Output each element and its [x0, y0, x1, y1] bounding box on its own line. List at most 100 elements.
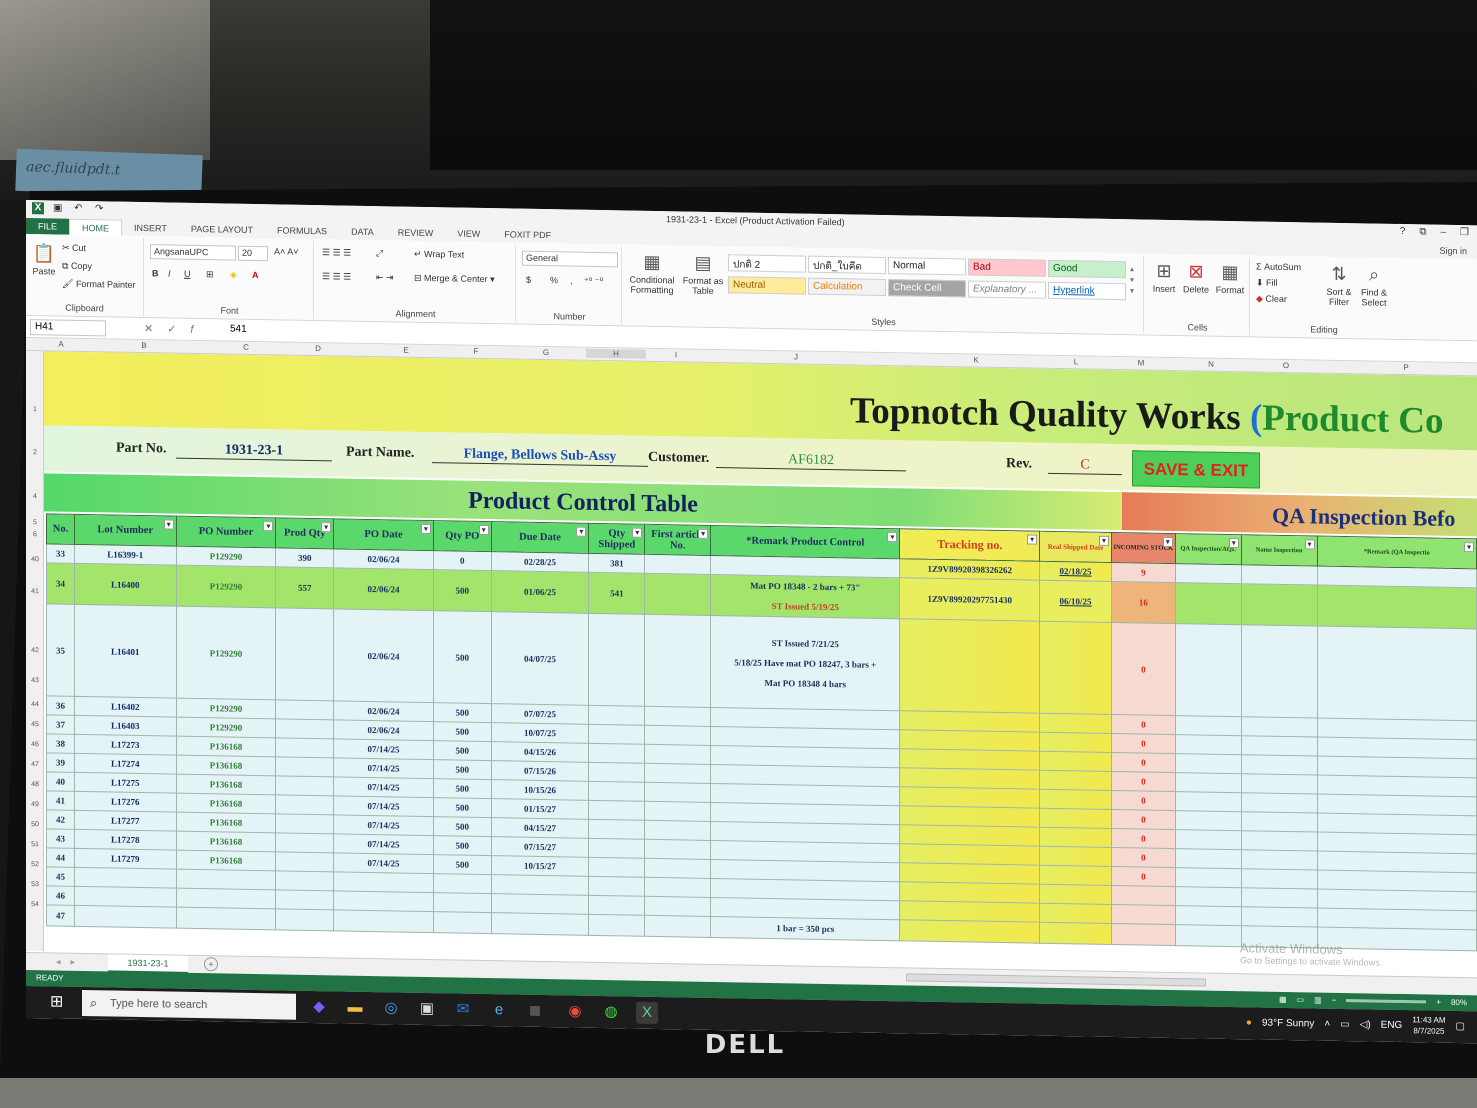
- cell-qa-empty[interactable]: [1175, 867, 1242, 888]
- cell-po[interactable]: P129290: [176, 698, 276, 719]
- filter-dropdown-icon[interactable]: ▾: [420, 523, 431, 535]
- cell-prod[interactable]: [275, 870, 334, 891]
- font-name-select[interactable]: AngsanaUPC: [150, 244, 236, 261]
- cell-po-date[interactable]: [333, 871, 434, 893]
- filter-dropdown-icon[interactable]: ▾: [163, 519, 174, 530]
- cell-due[interactable]: 10/15/26: [491, 779, 589, 801]
- italic-button[interactable]: I: [168, 268, 171, 278]
- cell-qa-empty[interactable]: [1175, 791, 1242, 812]
- cell-shipped[interactable]: [588, 800, 645, 821]
- cell-due[interactable]: 07/15/27: [491, 836, 589, 858]
- cell-qa-empty[interactable]: [1241, 868, 1317, 890]
- cell-qty-po[interactable]: 500: [433, 816, 492, 837]
- sort-filter-button[interactable]: ⇅ Sort & Filter: [1322, 263, 1356, 308]
- cell-first[interactable]: [644, 744, 711, 765]
- cell-real-ship[interactable]: [1039, 846, 1112, 867]
- horizontal-scrollbar[interactable]: [906, 973, 1206, 987]
- orientation-icon[interactable]: ⤢: [376, 248, 383, 259]
- cell-lot[interactable]: L16402: [74, 696, 177, 718]
- cell-qa-empty[interactable]: [1175, 623, 1242, 717]
- cell-first[interactable]: [644, 554, 711, 575]
- comma-button[interactable]: ,: [570, 275, 573, 285]
- cell-no[interactable]: 33: [46, 543, 75, 564]
- column-header-f[interactable]: F: [446, 346, 506, 356]
- row-header[interactable]: 49: [26, 801, 44, 808]
- cell-qa-empty[interactable]: [1175, 772, 1242, 793]
- cell-no[interactable]: 39: [46, 752, 75, 773]
- cell-po[interactable]: P129290: [176, 606, 276, 700]
- cell-qa-empty[interactable]: [1241, 887, 1317, 909]
- cell-po-date[interactable]: 07/14/25: [333, 852, 434, 874]
- copilot-icon[interactable]: ◆: [308, 996, 330, 1018]
- fill-button[interactable]: ⬇ Fill: [1256, 277, 1278, 288]
- cell-remark[interactable]: 1 bar = 350 pcs: [710, 916, 900, 941]
- zoom-level[interactable]: 80%: [1451, 998, 1467, 1007]
- cell-qa-empty[interactable]: [1317, 585, 1477, 629]
- cell-incoming[interactable]: 16: [1111, 581, 1176, 624]
- cell-incoming[interactable]: 0: [1111, 790, 1176, 811]
- cell-prod[interactable]: [275, 908, 334, 931]
- percent-button[interactable]: %: [550, 275, 558, 285]
- windows-start-icon[interactable]: ⊞: [50, 993, 68, 1011]
- cell-po-date[interactable]: 07/14/25: [333, 814, 434, 836]
- cell-po[interactable]: [176, 888, 276, 909]
- weather-text[interactable]: 93°F Sunny: [1262, 1017, 1314, 1029]
- zoom-slider[interactable]: [1346, 999, 1427, 1004]
- column-header-b[interactable]: B: [104, 340, 184, 350]
- cell-tracking[interactable]: [899, 862, 1040, 885]
- cell-due[interactable]: 10/07/25: [491, 722, 589, 744]
- cell-qa-empty[interactable]: [1241, 773, 1317, 795]
- cell-qty-po[interactable]: 500: [433, 610, 492, 704]
- cell-po-date[interactable]: [333, 909, 434, 933]
- cell-no[interactable]: 41: [46, 790, 75, 811]
- cell-prod[interactable]: [275, 699, 334, 720]
- cell-shipped[interactable]: 381: [588, 553, 645, 574]
- cell-qty-po[interactable]: 500: [433, 778, 492, 799]
- cell-due[interactable]: [491, 912, 589, 936]
- cell-prod[interactable]: [275, 813, 334, 834]
- cell-po[interactable]: [176, 869, 276, 890]
- column-header-c[interactable]: C: [206, 342, 286, 352]
- cell-po-date[interactable]: 02/06/24: [333, 608, 434, 703]
- cell-lot[interactable]: L16401: [74, 604, 177, 699]
- cell-po[interactable]: P136168: [176, 774, 276, 795]
- paste-button[interactable]: 📋 Paste: [30, 242, 58, 276]
- row-header[interactable]: 43: [26, 677, 44, 684]
- cell-qa-empty[interactable]: [1175, 886, 1242, 907]
- cell-po-date[interactable]: 07/14/25: [333, 795, 434, 817]
- cell-qa-empty[interactable]: [1241, 811, 1317, 833]
- formula-buttons[interactable]: ✕✓𝑓: [144, 322, 208, 337]
- number-format-select[interactable]: General: [522, 250, 618, 268]
- cell-tracking[interactable]: [899, 729, 1040, 752]
- filter-dropdown-icon[interactable]: ▾: [321, 522, 332, 533]
- cell-shipped[interactable]: [588, 838, 645, 859]
- save-icon[interactable]: ▣: [53, 202, 65, 214]
- cell-first[interactable]: [644, 801, 711, 822]
- font-size-select[interactable]: 20: [238, 245, 268, 262]
- cell-qty-po[interactable]: 500: [433, 702, 492, 723]
- cell-lot[interactable]: L16399-1: [74, 544, 177, 566]
- insert-cells-button[interactable]: ⊞ Insert: [1148, 260, 1180, 295]
- cell-remark[interactable]: ST Issued 7/21/25 5/18/25 Have mat PO 182…: [710, 615, 900, 711]
- formula-input[interactable]: 541: [230, 324, 247, 335]
- cell-real-ship[interactable]: [1039, 751, 1112, 772]
- part-name-value[interactable]: Flange, Bellows Sub-Assy: [432, 446, 648, 467]
- tab-page-layout[interactable]: PAGE LAYOUT: [179, 221, 265, 239]
- column-header-e[interactable]: E: [366, 345, 446, 355]
- cell-incoming[interactable]: 9: [1111, 562, 1176, 583]
- column-header-l[interactable]: L: [1046, 357, 1106, 367]
- cell-lot[interactable]: [74, 867, 177, 889]
- cell-first[interactable]: [644, 614, 711, 708]
- cell-tracking[interactable]: [899, 786, 1040, 809]
- row-header[interactable]: 4: [26, 493, 44, 500]
- filter-dropdown-icon[interactable]: ▾: [478, 524, 489, 536]
- format-painter-button[interactable]: 🖌 Format Painter: [62, 279, 135, 291]
- cell-po-date[interactable]: 07/14/25: [333, 757, 434, 779]
- cell-lot[interactable]: [74, 905, 177, 929]
- cell-due[interactable]: 01/15/27: [491, 798, 589, 820]
- cell-lot[interactable]: L17279: [74, 848, 177, 870]
- tab-home[interactable]: HOME: [69, 218, 123, 236]
- customer-value[interactable]: AF6182: [716, 451, 906, 472]
- cell-incoming[interactable]: 0: [1111, 809, 1176, 830]
- tab-data[interactable]: DATA: [339, 223, 386, 240]
